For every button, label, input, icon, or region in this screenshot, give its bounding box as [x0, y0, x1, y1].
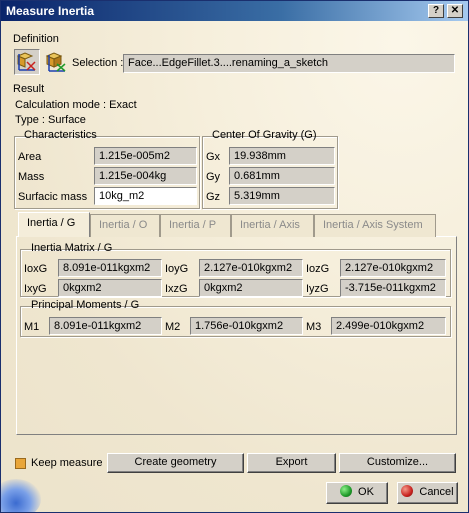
result-label: Result [13, 83, 45, 95]
center-of-gravity-title: Center Of Gravity (G) [212, 129, 317, 141]
gx-label: Gx [206, 151, 221, 163]
gz-label: Gz [206, 191, 221, 203]
tab-inertia-g[interactable]: Inertia / G [18, 212, 90, 237]
measure-inertia-dialog: Measure Inertia ? ✕ Definition Selection… [0, 0, 469, 513]
keep-measure-label: Keep measure [31, 457, 103, 469]
window-title: Measure Inertia [6, 4, 95, 18]
iozg-label: IozG [306, 263, 330, 275]
type-text: Type : Surface [15, 114, 86, 126]
measure-item-icon[interactable] [14, 49, 40, 75]
ok-icon [340, 485, 353, 497]
selection-label: Selection : [72, 57, 124, 69]
m3-value: 2.499e-010kgxm2 [331, 317, 446, 335]
characteristics-title: Characteristics [24, 129, 97, 141]
keep-measure-checkbox[interactable] [15, 458, 26, 469]
area-value: 1.215e-005m2 [94, 147, 197, 165]
iozg-value: 2.127e-010kgxm2 [340, 259, 446, 277]
measure-inertia-icon[interactable] [43, 49, 69, 75]
calculation-mode-text: Calculation mode : Exact [15, 99, 137, 111]
definition-label: Definition [13, 33, 59, 45]
title-bar[interactable]: Measure Inertia ? ✕ [1, 1, 468, 21]
m3-label: M3 [306, 321, 322, 333]
ioxg-value: 8.091e-011kgxm2 [58, 259, 162, 277]
iyzg-label: IyzG [306, 283, 329, 295]
cancel-button[interactable]: Cancel [397, 482, 458, 504]
iyzg-value: -3.715e-011kgxm2 [340, 279, 446, 297]
tab-inertia-axis[interactable]: Inertia / Axis [231, 214, 314, 237]
gz-value: 5.319mm [229, 187, 335, 205]
tab-inertia-axis-system[interactable]: Inertia / Axis System [314, 214, 436, 237]
customize-button[interactable]: Customize... [339, 453, 456, 473]
help-button[interactable]: ? [428, 4, 444, 18]
selection-field[interactable]: Face...EdgeFillet.3....renaming_a_sketch [123, 54, 455, 73]
ixzg-value: 0kgxm2 [199, 279, 303, 297]
tab-inertia-o[interactable]: Inertia / O [90, 214, 160, 237]
ok-button[interactable]: OK [326, 482, 388, 504]
ixyg-value: 0kgxm2 [58, 279, 162, 297]
mass-value: 1.215e-004kg [94, 167, 197, 185]
cancel-icon [401, 485, 414, 497]
close-button[interactable]: ✕ [447, 4, 463, 18]
m1-label: M1 [24, 321, 40, 333]
m1-value: 8.091e-011kgxm2 [49, 317, 162, 335]
create-geometry-button[interactable]: Create geometry [107, 453, 244, 473]
tab-inertia-p[interactable]: Inertia / P [160, 214, 231, 237]
gx-value: 19.938mm [229, 147, 335, 165]
mass-label: Mass [18, 171, 45, 183]
m2-label: M2 [165, 321, 181, 333]
ioyg-label: IoyG [165, 263, 189, 275]
m2-value: 1.756e-010kgxm2 [190, 317, 303, 335]
gy-value: 0.681mm [229, 167, 335, 185]
surfacic-mass-input[interactable]: 10kg_m2 [94, 187, 197, 205]
ixzg-label: IxzG [165, 283, 188, 295]
principal-moments-title: Principal Moments / G [31, 299, 140, 311]
ioxg-label: IoxG [24, 263, 48, 275]
gy-label: Gy [206, 171, 221, 183]
inertia-matrix-title: Inertia Matrix / G [31, 242, 113, 254]
ixyg-label: IxyG [24, 283, 47, 295]
area-label: Area [18, 151, 42, 163]
ok-label: OK [358, 486, 374, 498]
ioyg-value: 2.127e-010kgxm2 [199, 259, 303, 277]
export-button[interactable]: Export [247, 453, 336, 473]
cancel-label: Cancel [419, 486, 454, 498]
surfacic-mass-label: Surfacic mass [18, 191, 88, 203]
